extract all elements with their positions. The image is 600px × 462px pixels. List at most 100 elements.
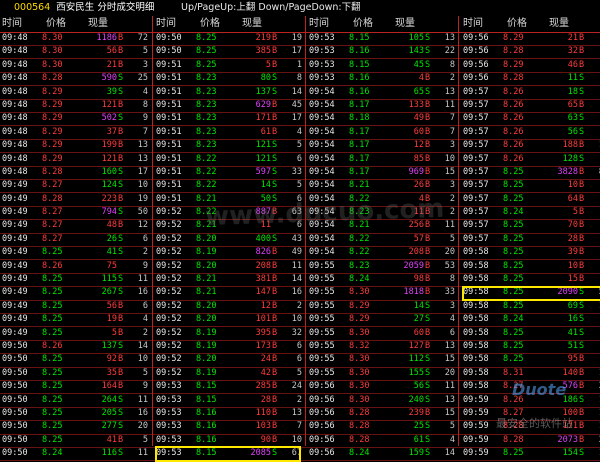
tick-row[interactable]: 09:54 8.22 208 B 20	[307, 246, 457, 259]
tick-row[interactable]: 09:54 8.21 26 B 3	[307, 179, 457, 192]
tick-row[interactable]: 09:568.2946B2	[461, 59, 600, 72]
tick-row[interactable]: 09:49 8.25 115 S 11	[0, 273, 150, 286]
tick-row[interactable]: 09:53 8.15 285 B 24	[154, 380, 304, 393]
tick-row[interactable]: 09:56 8.28 61 S 4	[307, 434, 457, 447]
tick-row[interactable]: 09:49 8.25 19 B 4	[0, 313, 150, 326]
tick-row[interactable]: 09:48 8.30 1186 B 72	[0, 32, 150, 45]
tick-row[interactable]: 09:50 8.25 385 B 17	[154, 45, 304, 58]
tick-row[interactable]: 09:52 8.19 395 B 32	[154, 327, 304, 340]
tick-row[interactable]: 09:49 8.26 75 9	[0, 260, 150, 273]
tick-row[interactable]: 09:55 8.30 60 B 6	[307, 327, 457, 340]
tick-row[interactable]: 09:51 8.25 5 B 1	[154, 59, 304, 72]
tick-row[interactable]: 09:598.28171B18	[461, 420, 600, 433]
tick-row[interactable]: 09:48 8.30 21 B 3	[0, 59, 150, 72]
tick-row[interactable]: 09:54 8.17 969 B 15	[307, 166, 457, 179]
tick-row[interactable]: 09:588.252090S57	[461, 286, 600, 299]
tick-row[interactable]: 09:55 8.29 14 S 3	[307, 300, 457, 313]
tick-row[interactable]: 09:598.282073B28	[461, 434, 600, 447]
tick-row[interactable]: 09:578.2618S4	[461, 86, 600, 99]
tick-row[interactable]: 09:50 8.25 35 B 5	[0, 367, 150, 380]
tick-row[interactable]: 09:598.27100B17	[461, 407, 600, 420]
tick-row[interactable]: 09:50 8.25 264 S 11	[0, 394, 150, 407]
tick-row[interactable]: 09:50 8.25 92 B 10	[0, 353, 150, 366]
tick-row[interactable]: 09:50 8.24 116 S 11	[0, 447, 150, 460]
tick-row[interactable]: 09:578.2528B2	[461, 233, 600, 246]
tick-row[interactable]: 09:49 8.25 5 B 2	[0, 327, 150, 340]
tick-row[interactable]: 09:52 8.20 208 B 11	[154, 260, 304, 273]
tick-row[interactable]: 09:52 8.20 24 B 6	[154, 353, 304, 366]
tick-row[interactable]: 09:51 8.23 80 S 8	[154, 72, 304, 85]
tick-row[interactable]: 09:56 8.28 239 B 15	[307, 407, 457, 420]
tick-row[interactable]: 09:588.2539B3	[461, 246, 600, 259]
tick-row[interactable]: 09:588.2510B1	[461, 260, 600, 273]
tick-row[interactable]: 09:49 8.25 41 S 2	[0, 246, 150, 259]
tick-row[interactable]: 09:53 8.16 110 B 13	[154, 407, 304, 420]
tick-row[interactable]: 09:49 8.27 794 S 50	[0, 206, 150, 219]
tick-row[interactable]: 09:588.27576B25	[461, 380, 600, 393]
tick-row[interactable]: 09:53 8.15 105 S 13	[307, 32, 457, 45]
tick-row[interactable]: 09:568.2832B2	[461, 45, 600, 58]
tick-row[interactable]: 09:48 8.28 590 S 25	[0, 72, 150, 85]
tick-row[interactable]: 09:588.2551S2	[461, 340, 600, 353]
tick-row[interactable]: 09:588.2595B9	[461, 353, 600, 366]
tick-row[interactable]: 09:55 8.23 2059 B 53	[307, 260, 457, 273]
tick-row[interactable]: 09:48 8.29 121 B 8	[0, 99, 150, 112]
tick-row[interactable]: 09:578.2656S8	[461, 126, 600, 139]
tick-row[interactable]: 09:51 8.22 121 S 6	[154, 153, 304, 166]
tick-row[interactable]: 09:56 8.30 240 S 13	[307, 394, 457, 407]
tick-row[interactable]: 09:588.2515B4	[461, 273, 600, 286]
tick-row[interactable]: 09:588.31140B10	[461, 367, 600, 380]
tick-row[interactable]: 09:49 8.27 124 S 10	[0, 179, 150, 192]
tick-row[interactable]: 09:56 8.30 56 S 11	[307, 380, 457, 393]
tick-row[interactable]: 09:52 8.22 887 B 63	[154, 206, 304, 219]
tick-row[interactable]: 09:48 8.29 121 B 13	[0, 153, 150, 166]
tick-row[interactable]: 09:54 8.21 256 B 11	[307, 219, 457, 232]
tick-row[interactable]: 09:51 8.22 597 S 33	[154, 166, 304, 179]
tick-row[interactable]: 09:50 8.25 164 B 9	[0, 380, 150, 393]
tick-row[interactable]: 09:54 8.17 85 B 10	[307, 153, 457, 166]
tick-row[interactable]: 09:52 8.21 147 B 16	[154, 286, 304, 299]
tick-row[interactable]: 09:568.2811S2	[461, 72, 600, 85]
tick-row[interactable]: 09:51 8.23 61 B 4	[154, 126, 304, 139]
tick-row[interactable]: 09:588.2416S1	[461, 313, 600, 326]
tick-row[interactable]: 09:52 8.20 400 S 43	[154, 233, 304, 246]
tick-row[interactable]: 09:51 8.23 629 B 45	[154, 99, 304, 112]
tick-row[interactable]: 09:52 8.19 173 B 6	[154, 340, 304, 353]
tick-row[interactable]: 09:48 8.29 199 B 13	[0, 139, 150, 152]
tick-row[interactable]: 09:54 8.17 60 B 7	[307, 126, 457, 139]
tick-row[interactable]: 09:55 8.30 112 S 15	[307, 353, 457, 366]
tick-row[interactable]: 09:54 8.18 49 B 7	[307, 112, 457, 125]
tick-row[interactable]: 09:50 8.26 137 S 14	[0, 340, 150, 353]
tick-row[interactable]: 09:578.245B1	[461, 206, 600, 219]
tick-row[interactable]: 09:588.2541S6	[461, 327, 600, 340]
tick-row[interactable]: 09:53 8.16 4 B 2	[307, 72, 457, 85]
tick-row[interactable]: 09:56 8.24 159 S 14	[307, 447, 457, 460]
tick-row[interactable]: 09:55 8.24 98 B 8	[307, 273, 457, 286]
tick-row[interactable]: 09:53 8.15 45 S 8	[307, 59, 457, 72]
tick-row[interactable]: 09:53 8.15 28 B 2	[154, 394, 304, 407]
tick-row[interactable]: 09:578.2510B2	[461, 179, 600, 192]
tick-row[interactable]: 09:55 8.30 1818 B 33	[307, 286, 457, 299]
tick-row[interactable]: 09:578.2564B7	[461, 193, 600, 206]
tick-row[interactable]: 09:53 8.16 90 B 10	[154, 434, 304, 447]
tick-row[interactable]: 09:55 8.30 155 S 20	[307, 367, 457, 380]
tick-row[interactable]: 09:49 8.27 48 B 12	[0, 219, 150, 232]
tick-row[interactable]: 09:51 8.23 121 S 5	[154, 139, 304, 152]
tick-row[interactable]: 09:51 8.21 50 S 6	[154, 193, 304, 206]
tick-row[interactable]: 09:51 8.23 171 B 17	[154, 112, 304, 125]
tick-row[interactable]: 09:54 8.16 65 S 13	[307, 86, 457, 99]
tick-row[interactable]: 09:53 8.15 2085 S 67	[154, 447, 304, 460]
tick-row[interactable]: 09:49 8.25 56 B 6	[0, 300, 150, 313]
tick-row[interactable]: 09:50 8.25 205 S 16	[0, 407, 150, 420]
tick-row[interactable]: 09:48 8.28 160 S 17	[0, 166, 150, 179]
tick-row[interactable]: 09:54 8.22 4 B 2	[307, 193, 457, 206]
tick-row[interactable]: 09:48 8.29 502 S 9	[0, 112, 150, 125]
tick-row[interactable]: 09:56 8.28 25 S 5	[307, 420, 457, 433]
tick-row[interactable]: 09:578.2570B4	[461, 219, 600, 232]
tick-row[interactable]: 09:54 8.17 133 B 11	[307, 99, 457, 112]
tick-row[interactable]: 09:568.2921B3	[461, 32, 600, 45]
tick-row[interactable]: 09:578.2665B2	[461, 99, 600, 112]
tick-row[interactable]: 09:578.26188B11	[461, 139, 600, 152]
tick-row[interactable]: 09:49 8.25 267 S 16	[0, 286, 150, 299]
tick-row[interactable]: 09:51 8.23 137 S 14	[154, 86, 304, 99]
